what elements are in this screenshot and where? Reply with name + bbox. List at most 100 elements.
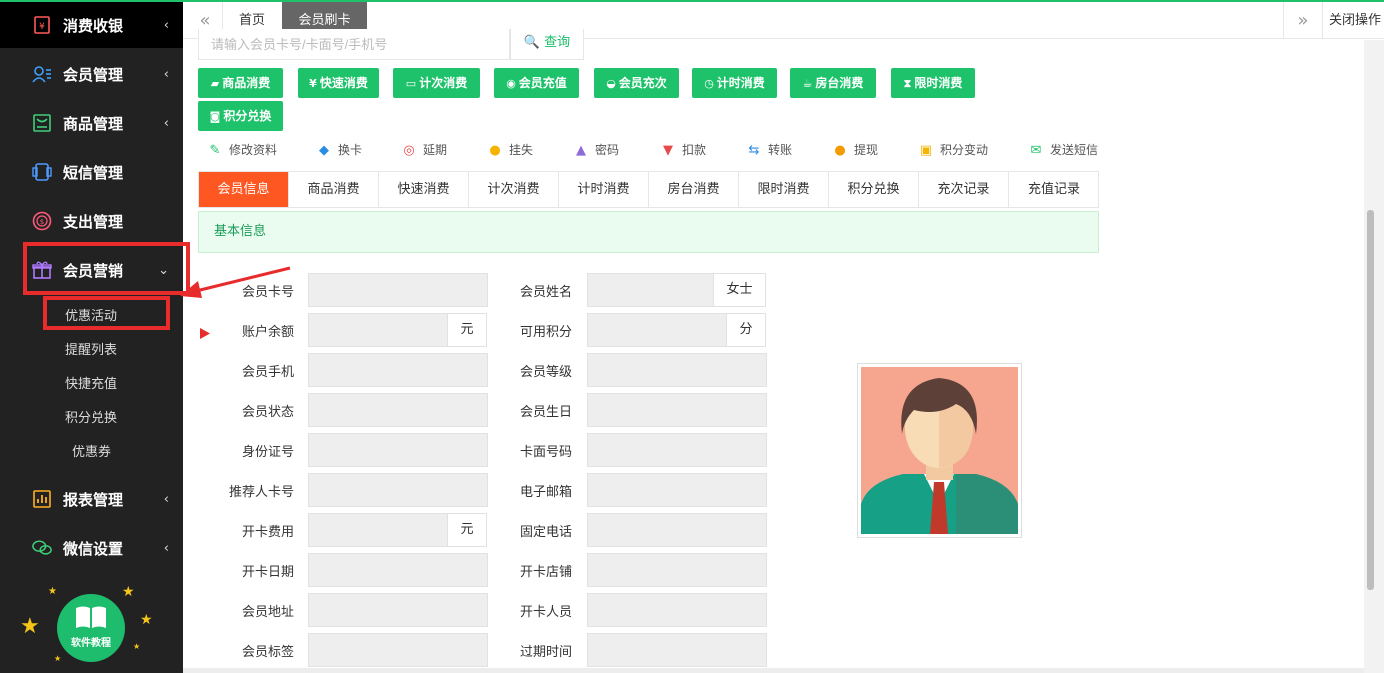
member-status-field[interactable] [308,393,488,427]
subtab-goods-consume[interactable]: 商品消费 [289,172,379,207]
sidebar-subitem-reminders[interactable]: 提醒列表 [0,332,183,362]
landline-label: 固定电话 [519,525,572,540]
member-avatar[interactable] [857,363,1022,538]
member-name-field[interactable] [587,273,714,307]
points-unit: 分 [726,313,766,347]
coins-icon: ▣ [919,143,933,158]
withdraw-link[interactable]: ● 提现 [832,141,878,161]
star-icon: ★ [133,642,141,651]
sidebar-item-goods[interactable]: 商品管理 ‹ [0,100,183,146]
sidebar-item-reports[interactable]: 报表管理 ‹ [0,476,183,522]
button-label: 快速消费 [319,76,368,90]
goods-consume-button[interactable]: ▰ 商品消费 [198,68,283,98]
open-store-field[interactable] [587,553,767,587]
deduct-icon: ▼ [663,143,673,158]
email-label: 电子邮箱 [519,485,572,500]
limited-consume-button[interactable]: ⧗ 限时消费 [891,68,975,98]
subtab-recharge-records[interactable]: 充值记录 [1009,172,1099,207]
subitem-label: 优惠券 [72,445,112,460]
coin-icon: ◉ [506,77,516,90]
send-sms-link[interactable]: ✉ 发送短信 [1028,141,1098,161]
room-consume-button[interactable]: ☕ 房台消费 [790,68,876,98]
member-add-count-button[interactable]: ◒ 会员充次 [594,68,679,98]
count-consume-button[interactable]: ▭ 计次消费 [393,68,480,98]
sidebar-item-sms[interactable]: 短信管理 [0,149,183,195]
available-points-field[interactable] [587,313,727,347]
id-number-field[interactable] [308,433,488,467]
landline-field[interactable] [587,513,767,547]
sidebar-item-wechat[interactable]: 微信设置 ‹ [0,525,183,571]
sidebar-item-label: 商品管理 [63,114,124,133]
chevron-left-icon: ‹ [163,66,169,82]
message-icon: ✉ [1030,143,1042,158]
sidebar-item-expense[interactable]: $ 支出管理 [0,198,183,244]
tutorial-button[interactable]: 软件教程 [57,594,125,662]
referrer-card-field[interactable] [308,473,488,507]
open-staff-field[interactable] [587,593,767,627]
member-tag-field[interactable] [308,633,488,667]
sidebar-item-label: 消费收银 [63,16,124,35]
link-label: 修改资料 [229,143,278,157]
link-label: 发送短信 [1050,143,1099,157]
deduct-link[interactable]: ▼ 扣款 [660,141,706,161]
open-date-field[interactable] [308,553,488,587]
points-change-link[interactable]: ▣ 积分变动 [918,141,988,161]
card-face-number-field[interactable] [587,433,767,467]
svg-text:$: $ [40,218,44,226]
report-loss-link[interactable]: ● 挂失 [487,141,533,161]
subtab-timed-consume[interactable]: 计时消费 [559,172,649,207]
subtab-quick-consume[interactable]: 快速消费 [379,172,469,207]
tab-scroll-right-button[interactable]: » [1283,2,1323,39]
member-level-label: 会员等级 [519,365,572,380]
tag-icon: ◆ [319,143,329,158]
member-birthday-field[interactable] [587,393,767,427]
search-input[interactable] [198,29,510,60]
open-date-label: 开卡日期 [241,565,294,580]
subtab-count-records[interactable]: 充次记录 [919,172,1009,207]
sidebar-subitem-coupons[interactable]: 优惠券 [0,434,183,464]
id-number-label: 身份证号 [241,445,294,460]
link-label: 扣款 [682,143,707,157]
subtab-room-consume[interactable]: 房台消费 [649,172,739,207]
password-link[interactable]: ▲ 密码 [573,141,619,161]
sidebar-subitem-points-exchange[interactable]: 积分兑换 [0,400,183,430]
card-icon: ▭ [405,77,417,90]
bottom-divider [183,668,1364,673]
available-points-label: 可用积分 [519,325,572,340]
highlight-box-discount [43,296,170,330]
balance-field[interactable] [308,313,448,347]
yen-coin-icon: ● [834,143,846,158]
member-address-field[interactable] [308,593,488,627]
member-card-field[interactable] [308,273,488,307]
sidebar-subitem-quick-recharge[interactable]: 快捷充值 [0,366,183,396]
extend-link[interactable]: ◎ 延期 [401,141,447,161]
subtab-points-exchange[interactable]: 积分兑换 [829,172,919,207]
subtab-limited-consume[interactable]: 限时消费 [739,172,829,207]
bag-icon: ▰ [210,77,220,90]
subtab-member-info[interactable]: 会员信息 [199,172,289,207]
member-recharge-button[interactable]: ◉ 会员充值 [494,68,579,98]
sidebar-item-cashier[interactable]: ¥ 消费收银 ‹ [0,2,183,48]
member-phone-field[interactable] [308,353,488,387]
timed-consume-button[interactable]: ◷ 计时消费 [692,68,777,98]
search-button[interactable]: 🔍 查询 [510,29,584,60]
edit-info-link[interactable]: ✎ 修改资料 [207,141,277,161]
quick-consume-button[interactable]: ¥ 快速消费 [298,68,379,98]
close-operations-button[interactable]: 关闭操作 [1329,2,1381,39]
sidebar-item-member[interactable]: 会员管理 ‹ [0,51,183,97]
wechat-icon [32,538,52,558]
expense-icon: $ [32,211,52,231]
expiry-time-field[interactable] [587,633,767,667]
card-fee-field[interactable] [308,513,448,547]
transfer-link[interactable]: ⇆ 转账 [746,141,792,161]
database-icon: ◙ [209,110,221,123]
change-card-link[interactable]: ◆ 换卡 [316,141,362,161]
member-level-field[interactable] [587,353,767,387]
subtab-count-consume[interactable]: 计次消费 [469,172,559,207]
scrollbar-thumb[interactable] [1367,210,1374,590]
email-field[interactable] [587,473,767,507]
member-phone-label: 会员手机 [241,365,294,380]
subitem-label: 快捷充值 [65,377,118,392]
points-exchange-button[interactable]: ◙ 积分兑换 [198,101,283,131]
warning-icon: ● [489,143,501,158]
